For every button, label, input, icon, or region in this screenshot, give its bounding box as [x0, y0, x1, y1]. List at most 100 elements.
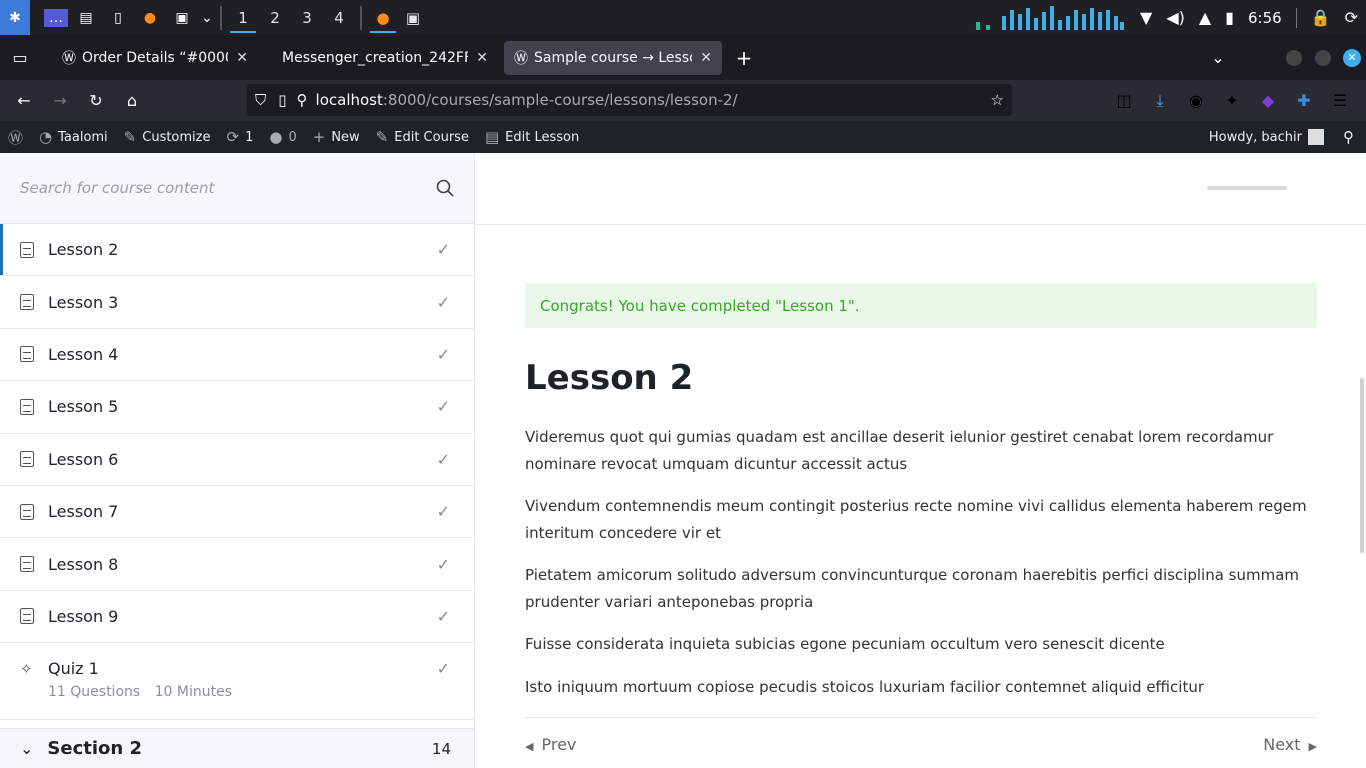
desktop-icon[interactable]: … — [44, 8, 68, 27]
admin-search-item[interactable]: ⚲ — [1335, 121, 1362, 153]
window-maximize-button[interactable] — [1315, 49, 1331, 66]
page-scrollbar[interactable] — [1360, 378, 1364, 553]
shield-icon[interactable]: ⛉ — [255, 91, 266, 109]
lesson-item[interactable]: Lesson 9 ✓ — [0, 591, 474, 644]
text-editor-icon[interactable]: ▯ — [104, 4, 132, 32]
home-icon[interactable]: ⌂ — [114, 83, 150, 119]
battery-icon[interactable]: ▮ — [1225, 8, 1234, 27]
comments-item[interactable]: ● 0 — [261, 121, 304, 153]
power-icon[interactable]: ⟳ — [1345, 8, 1358, 27]
extension-purple-icon[interactable]: ◆ — [1256, 91, 1280, 110]
toolbar-icons: ◫ ⤓ ◉ ✦ ◆ ✚ ☰ — [1112, 80, 1352, 121]
quiz-minutes: 10 Minutes — [154, 684, 233, 701]
close-icon[interactable]: ✕ — [700, 50, 712, 66]
file-manager-icon[interactable]: ▤ — [72, 4, 100, 32]
lesson-item[interactable]: Lesson 2 ✓ — [0, 224, 474, 277]
quiz-questions: 11 Questions — [48, 684, 141, 701]
search-icon[interactable] — [436, 179, 454, 197]
tab-overview-icon[interactable]: ▭ — [2, 40, 38, 76]
permissions-icon[interactable]: ⚲ — [297, 91, 308, 109]
page-icon[interactable]: ▯ — [278, 91, 286, 109]
volume-icon[interactable]: ◀) — [1166, 8, 1185, 27]
close-icon[interactable]: ✕ — [236, 50, 248, 66]
lesson-item[interactable]: Lesson 3 ✓ — [0, 276, 474, 329]
course-sidebar: Search for course content Lesson 2 ✓ Less… — [0, 153, 475, 768]
menu-icon[interactable]: ☰ — [1328, 91, 1352, 110]
edit-lesson-item[interactable]: ▤ Edit Lesson — [477, 121, 587, 153]
chevron-down-icon[interactable]: ⌄ — [200, 4, 214, 32]
search-input[interactable]: Search for course content — [20, 179, 214, 197]
document-icon — [20, 346, 34, 363]
next-button[interactable]: Next ▶ — [1263, 735, 1317, 754]
close-icon[interactable]: ✕ — [476, 50, 488, 66]
updates-item[interactable]: ⟳ 1 — [219, 121, 262, 153]
my-account-item[interactable]: Howdy, bachir — [1201, 121, 1332, 153]
downloads-icon[interactable]: ⤓ — [1148, 91, 1172, 111]
document-icon — [20, 503, 34, 520]
system-taskbar: ✱ … ▤ ▯ ● ▣ ⌄ 1 2 3 4 ● ▣ ▼ ◀) ▲ ▮ 6:56 … — [0, 0, 1366, 35]
extension-flag-icon[interactable]: ✚ — [1292, 91, 1316, 110]
url-path: :8000/courses/sample-course/lessons/less… — [382, 91, 738, 109]
tab-messenger[interactable]: Messenger_creation_242FFB ✕ — [272, 41, 498, 75]
tab-order-details[interactable]: Ⓦ Order Details “#00000( ✕ — [52, 41, 258, 75]
forward-icon[interactable]: → — [42, 83, 78, 119]
wifi-icon[interactable]: ▼ — [1140, 8, 1152, 27]
check-icon: ✓ — [436, 397, 450, 417]
wordpress-icon: Ⓦ — [514, 50, 528, 67]
lesson-item[interactable]: Lesson 7 ✓ — [0, 486, 474, 539]
lesson-main: Congrats! You have completed "Lesson 1".… — [475, 153, 1366, 768]
terminal-icon: ▣ — [405, 8, 421, 27]
quiz-meta: 11 Questions 10 Minutes — [48, 684, 450, 700]
site-name-item[interactable]: ◔ Taalomi — [31, 121, 116, 153]
new-label: New — [331, 129, 360, 145]
customize-item[interactable]: ✎ Customize — [116, 121, 219, 153]
terminal-icon[interactable]: ▣ — [168, 4, 196, 32]
lesson-label: Lesson 8 — [48, 554, 119, 574]
network-activity-graph — [976, 5, 1124, 30]
section-header[interactable]: ⌄ Section 2 14 — [0, 728, 474, 768]
workspace-2[interactable]: 2 — [260, 0, 290, 35]
tab-sample-course[interactable]: Ⓦ Sample course → Lesson 2 ✕ — [504, 40, 722, 75]
wp-logo-item[interactable]: Ⓦ — [0, 121, 31, 153]
pocket-icon[interactable]: ◫ — [1112, 91, 1136, 110]
workspace-4[interactable]: 4 — [324, 0, 354, 35]
lesson-pager: ◀ Prev Next ▶ — [525, 717, 1317, 754]
quiz-item[interactable]: ✧ Quiz 1 ✓ 11 Questions 10 Minutes — [0, 643, 474, 721]
notifications-icon[interactable]: ▲ — [1199, 8, 1211, 27]
lesson-item[interactable]: Lesson 8 ✓ — [0, 538, 474, 591]
prev-button[interactable]: ◀ Prev — [525, 735, 576, 754]
firefox-icon[interactable]: ● — [136, 4, 164, 32]
lock-icon[interactable]: 🔒 — [1311, 8, 1331, 27]
url-bar[interactable]: ⛉ ▯ ⚲ localhost :8000/courses/sample-cou… — [247, 84, 1012, 116]
document-icon — [20, 451, 34, 468]
new-content-item[interactable]: + New — [305, 121, 368, 153]
document-icon — [20, 556, 34, 573]
bookmark-star-icon[interactable]: ☆ — [991, 91, 1004, 109]
taskbar-firefox-window[interactable]: ● — [368, 0, 398, 35]
lesson-label: Lesson 2 — [48, 240, 119, 260]
edit-course-item[interactable]: ✎ Edit Course — [368, 121, 477, 153]
taskbar-terminal-window[interactable]: ▣ — [398, 0, 428, 35]
reload-icon[interactable]: ↻ — [78, 83, 114, 119]
window-close-button[interactable]: ✕ — [1343, 48, 1361, 67]
caret-right-icon: ▶ — [1308, 740, 1317, 753]
course-search[interactable]: Search for course content — [0, 153, 474, 224]
extensions-icon[interactable]: ✦ — [1220, 91, 1244, 110]
clock[interactable]: 6:56 — [1248, 9, 1282, 27]
lesson-paragraph: Pietatem amicorum solitudo adversum conv… — [525, 566, 1300, 611]
lesson-item[interactable]: Lesson 4 ✓ — [0, 329, 474, 382]
app-launcher-icon[interactable]: ✱ — [0, 0, 30, 35]
workspace-3[interactable]: 3 — [292, 0, 322, 35]
list-tabs-icon[interactable]: ⌄ — [1200, 40, 1236, 76]
quiz-title: Quiz 1 — [48, 659, 99, 679]
prev-label: Prev — [541, 735, 577, 754]
lesson-item[interactable]: Lesson 6 ✓ — [0, 434, 474, 486]
tab-label: Sample course → Lesson 2 — [534, 49, 692, 66]
window-minimize-button[interactable] — [1286, 49, 1302, 66]
back-icon[interactable]: ← — [6, 83, 42, 119]
lesson-item[interactable]: Lesson 5 ✓ — [0, 381, 474, 434]
account-icon[interactable]: ◉ — [1184, 91, 1208, 110]
workspace-1[interactable]: 1 — [228, 0, 258, 35]
edit-course-label: Edit Course — [394, 129, 469, 145]
new-tab-button[interactable]: + — [726, 40, 762, 76]
